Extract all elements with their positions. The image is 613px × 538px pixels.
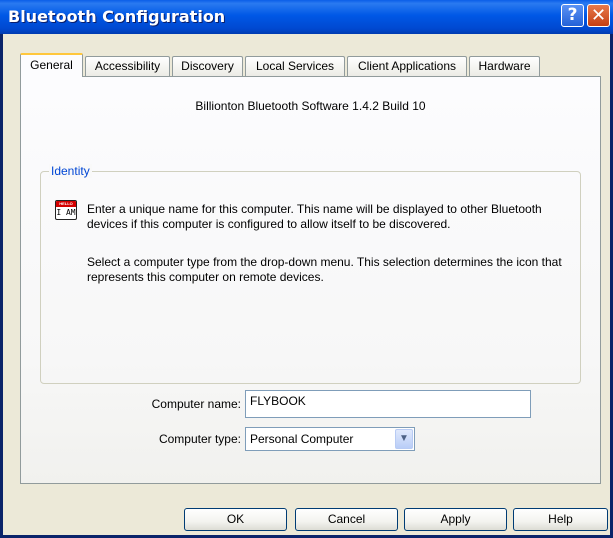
ok-button[interactable]: OK bbox=[184, 508, 287, 531]
bluetooth-configuration-window: Bluetooth Configuration ? ✕ General Acce… bbox=[0, 0, 613, 538]
question-mark-icon: ? bbox=[567, 5, 578, 25]
software-version-text: Billionton Bluetooth Software 1.4.2 Buil… bbox=[195, 99, 426, 113]
computer-name-label: Computer name: bbox=[151, 397, 241, 411]
title-bar[interactable]: Bluetooth Configuration ? ✕ bbox=[0, 0, 613, 34]
identity-description-name: Enter a unique name for this computer. T… bbox=[87, 202, 542, 231]
tab-general[interactable]: General bbox=[20, 53, 83, 77]
tab-client-applications-label: Client Applications bbox=[357, 59, 457, 73]
tab-discovery-label: Discovery bbox=[181, 59, 234, 73]
close-icon: ✕ bbox=[590, 5, 607, 26]
hello-i-am-icon: HELLO I AM bbox=[55, 200, 77, 220]
identity-group-label: Identity bbox=[49, 164, 92, 178]
tab-hardware[interactable]: Hardware bbox=[469, 56, 540, 76]
tab-hardware-label: Hardware bbox=[478, 59, 531, 73]
tab-local-services-label: Local Services bbox=[255, 59, 335, 73]
computer-type-select[interactable]: Personal Computer ▼ bbox=[245, 427, 415, 451]
apply-button[interactable]: Apply bbox=[404, 508, 507, 531]
window-title: Bluetooth Configuration bbox=[8, 7, 226, 26]
tab-local-services[interactable]: Local Services bbox=[245, 56, 345, 76]
computer-type-label: Computer type: bbox=[158, 432, 241, 446]
hello-icon-bottom-text: I AM bbox=[56, 208, 76, 217]
identity-groupbox: Identity HELLO I AM Enter a unique name … bbox=[40, 164, 581, 451]
general-tab-panel: Billionton Bluetooth Software 1.4.2 Buil… bbox=[20, 76, 601, 484]
tab-accessibility[interactable]: Accessibility bbox=[85, 56, 170, 76]
chevron-down-icon[interactable]: ▼ bbox=[395, 429, 413, 449]
computer-name-input[interactable]: FLYBOOK bbox=[245, 390, 531, 418]
tab-client-applications[interactable]: Client Applications bbox=[347, 56, 467, 76]
help-button[interactable]: Help bbox=[513, 508, 608, 531]
tab-discovery[interactable]: Discovery bbox=[172, 56, 243, 76]
tab-accessibility-label: Accessibility bbox=[94, 59, 161, 73]
help-title-button[interactable]: ? bbox=[561, 4, 584, 27]
close-button[interactable]: ✕ bbox=[587, 4, 610, 27]
identity-description-type: Select a computer type from the drop-dow… bbox=[87, 255, 562, 284]
cancel-button[interactable]: Cancel bbox=[295, 508, 398, 531]
computer-type-value: Personal Computer bbox=[250, 432, 354, 446]
tab-general-label: General bbox=[30, 58, 73, 72]
